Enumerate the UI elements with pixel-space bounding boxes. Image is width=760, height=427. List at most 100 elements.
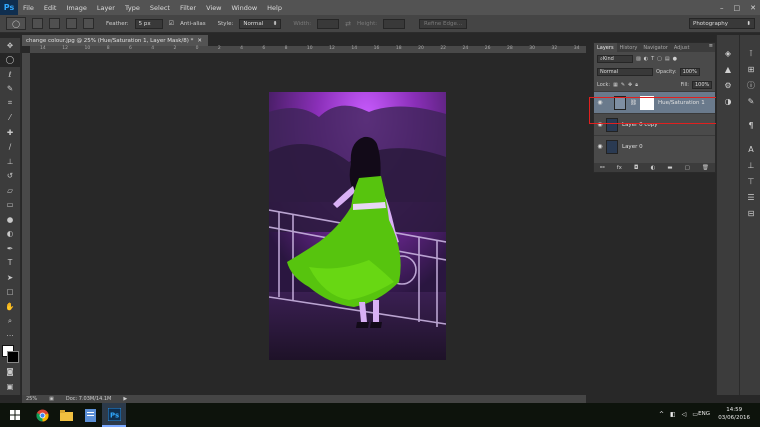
- move-tool-icon[interactable]: ✥: [0, 38, 20, 53]
- language-indicator[interactable]: ENG: [698, 411, 710, 417]
- info-panel-icon[interactable]: ⓘ: [740, 77, 760, 93]
- menu-window[interactable]: Window: [227, 4, 263, 12]
- paragraph-panel-icon[interactable]: ¶: [740, 117, 760, 133]
- history-panel-icon[interactable]: ⊺: [740, 45, 760, 61]
- trash-icon[interactable]: 🗑︎: [702, 165, 709, 171]
- fx-icon[interactable]: fx: [617, 165, 622, 171]
- eraser-tool-icon[interactable]: ▱: [0, 183, 20, 198]
- paths-panel-icon[interactable]: ⚙: [717, 77, 739, 93]
- system-clock[interactable]: 14:59 03/06/2016: [718, 406, 750, 422]
- close-button[interactable]: ✕: [750, 4, 756, 12]
- add-selection-icon[interactable]: [49, 18, 60, 29]
- marquee-tool-preset-icon[interactable]: ◯: [6, 17, 26, 30]
- minimize-button[interactable]: –: [720, 4, 724, 12]
- menu-filter[interactable]: Filter: [175, 4, 201, 12]
- new-selection-icon[interactable]: [32, 18, 43, 29]
- network-icon[interactable]: ◧: [670, 411, 676, 418]
- message-icon[interactable]: ▭: [692, 411, 698, 418]
- filter-type-icon[interactable]: T: [651, 56, 654, 62]
- color-swatches[interactable]: [0, 343, 20, 365]
- menu-edit[interactable]: Edit: [39, 4, 62, 12]
- tab-navigator[interactable]: Navigator: [640, 43, 670, 52]
- tab-adjust[interactable]: Adjust: [671, 43, 693, 52]
- character-panel-icon[interactable]: A: [740, 141, 760, 157]
- properties-panel-icon[interactable]: ⊞: [740, 61, 760, 77]
- type-tool-icon[interactable]: T: [0, 256, 20, 271]
- opacity-input[interactable]: 100%: [679, 67, 700, 76]
- menu-image[interactable]: Image: [61, 4, 91, 12]
- tab-history[interactable]: History: [617, 43, 641, 52]
- zoom-level[interactable]: 25%: [26, 396, 37, 402]
- filter-smart-icon[interactable]: ▤: [665, 56, 670, 62]
- dodge-tool-icon[interactable]: ◐: [0, 227, 20, 242]
- rectangle-tool-icon[interactable]: ▢: [0, 285, 20, 300]
- windows-start-icon[interactable]: [0, 403, 30, 427]
- marquee-tool-icon[interactable]: ◯: [0, 52, 20, 67]
- style-select[interactable]: Normal ⬍: [239, 18, 282, 29]
- eyedropper-tool-icon[interactable]: ⁄: [0, 111, 20, 126]
- path-selection-tool-icon[interactable]: ➤: [0, 270, 20, 285]
- panel-menu-icon[interactable]: ≡: [709, 43, 715, 52]
- styles-panel-icon[interactable]: ⊟: [740, 205, 760, 221]
- visibility-eye-icon[interactable]: ◉: [594, 143, 606, 150]
- menu-layer[interactable]: Layer: [92, 4, 120, 12]
- filter-adjustment-icon[interactable]: ◐: [644, 56, 648, 62]
- menu-view[interactable]: View: [201, 4, 226, 12]
- pen-tool-icon[interactable]: ✒: [0, 241, 20, 256]
- blend-mode-select[interactable]: Normal: [597, 67, 653, 76]
- link-icon[interactable]: ⚯: [600, 165, 605, 171]
- channels-panel-icon[interactable]: ▲: [717, 61, 739, 77]
- tab-layers[interactable]: Layers: [594, 43, 617, 52]
- doc-info[interactable]: Doc: 7.03M/14.1M: [66, 396, 112, 402]
- tray-arrow-icon[interactable]: ^: [659, 411, 664, 418]
- clone-source-panel-icon[interactable]: ⊥: [740, 157, 760, 173]
- document-image[interactable]: [269, 92, 446, 360]
- subtract-selection-icon[interactable]: [66, 18, 77, 29]
- feather-input[interactable]: 5 px: [134, 18, 163, 29]
- filter-pixel-icon[interactable]: ▨: [636, 56, 641, 62]
- color-panel-icon[interactable]: ◑: [717, 93, 739, 109]
- quick-select-tool-icon[interactable]: ✎: [0, 82, 20, 97]
- lock-pixels-icon[interactable]: ✎: [621, 82, 625, 88]
- folder-icon[interactable]: ▬: [667, 165, 672, 171]
- refine-edge-button[interactable]: Refine Edge...: [419, 18, 468, 29]
- screen-mode-icon[interactable]: ▣: [0, 379, 20, 394]
- gradient-tool-icon[interactable]: ▭: [0, 198, 20, 213]
- workspace-select[interactable]: Photography ⬍: [689, 18, 755, 29]
- width-input[interactable]: [317, 18, 340, 29]
- adjustments-panel-icon[interactable]: ☰: [740, 189, 760, 205]
- lasso-tool-icon[interactable]: ℓ: [0, 67, 20, 82]
- hand-tool-icon[interactable]: ✋: [0, 299, 20, 314]
- maximize-button[interactable]: □: [734, 4, 741, 12]
- document-tab[interactable]: change colour.jpg @ 25% (Hue/Saturation …: [22, 35, 208, 46]
- clone-stamp-tool-icon[interactable]: ⊥: [0, 154, 20, 169]
- height-input[interactable]: [383, 18, 406, 29]
- blur-tool-icon[interactable]: ●: [0, 212, 20, 227]
- menu-help[interactable]: Help: [262, 4, 287, 12]
- more-tools-icon[interactable]: ⋯: [0, 328, 20, 343]
- quick-mask-icon[interactable]: ◙: [0, 365, 20, 380]
- photoshop-taskbar-icon[interactable]: Ps: [102, 403, 126, 427]
- lock-position-icon[interactable]: ✥: [628, 82, 632, 88]
- layer-name[interactable]: Layer 0: [622, 144, 643, 150]
- brush-panel-icon[interactable]: ✎: [740, 93, 760, 109]
- tool-presets-panel-icon[interactable]: ⊤: [740, 173, 760, 189]
- file-explorer-icon[interactable]: [54, 403, 78, 427]
- lock-transparent-icon[interactable]: ▦: [613, 82, 618, 88]
- doc-info-icon[interactable]: ▣: [49, 396, 54, 402]
- intersect-selection-icon[interactable]: [83, 18, 94, 29]
- new-layer-icon[interactable]: ▢: [685, 165, 690, 171]
- layers-panel-icon[interactable]: ◈: [717, 45, 739, 61]
- close-tab-icon[interactable]: ✕: [197, 38, 202, 44]
- menu-type[interactable]: Type: [120, 4, 145, 12]
- adjustment-icon[interactable]: ◐: [650, 165, 655, 171]
- filter-toggle-icon[interactable]: ●: [673, 56, 677, 62]
- app-icon[interactable]: [78, 403, 102, 427]
- zoom-tool-icon[interactable]: ⌕: [0, 314, 20, 329]
- lock-all-icon[interactable]: 🔒︎: [635, 82, 638, 88]
- status-arrow-icon[interactable]: ▶: [123, 396, 127, 402]
- filter-shape-icon[interactable]: ▢: [657, 56, 662, 62]
- layer-row-layer-0[interactable]: ◉ Layer 0: [594, 135, 715, 157]
- kind-filter-select[interactable]: ⌕ Kind: [597, 54, 633, 63]
- background-color-swatch[interactable]: [7, 350, 19, 363]
